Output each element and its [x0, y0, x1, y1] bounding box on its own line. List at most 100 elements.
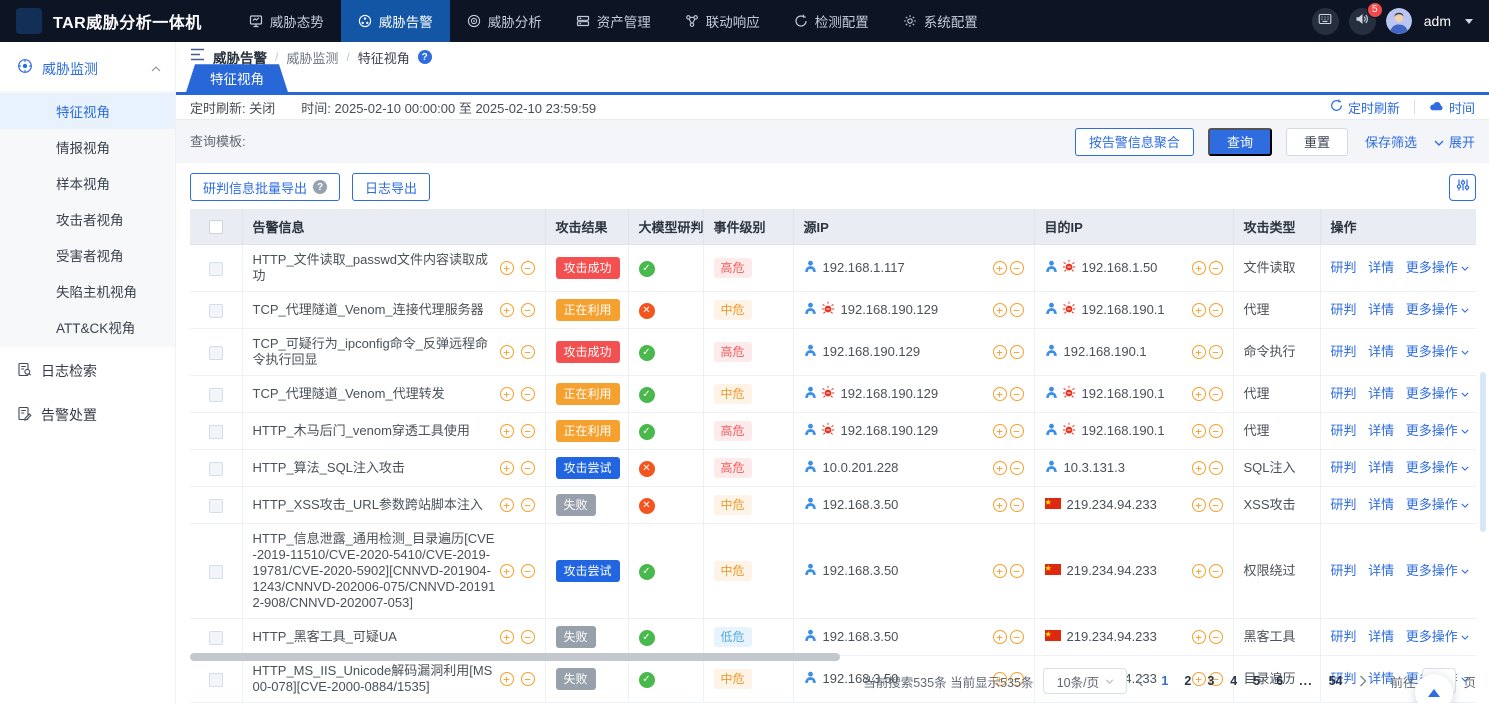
add-filter-icon[interactable]: +	[1192, 424, 1206, 438]
alert-title[interactable]: HTTP_MS_IIS_Unicode解码漏洞利用[MS00-078][CVE-…	[253, 663, 496, 695]
exclude-filter-icon[interactable]: −	[1010, 345, 1024, 359]
detail-action-link[interactable]: 详情	[1368, 423, 1394, 438]
exclude-filter-icon[interactable]: −	[1010, 424, 1024, 438]
exclude-filter-icon[interactable]: −	[1010, 498, 1024, 512]
add-filter-icon[interactable]: +	[500, 303, 514, 317]
time-filter-button[interactable]: 时间	[1429, 98, 1475, 117]
add-filter-icon[interactable]: +	[993, 564, 1007, 578]
timed-refresh-button[interactable]: 定时刷新	[1330, 98, 1400, 117]
alert-title[interactable]: TCP_可疑行为_ipconfig命令_反弹远程命令执行回显	[253, 336, 496, 368]
page-size-select[interactable]: 10条/页	[1043, 668, 1127, 694]
more-actions-link[interactable]: 更多操作	[1406, 260, 1469, 276]
sidebar-sub-item[interactable]: 失陷主机视角	[0, 273, 175, 309]
add-filter-icon[interactable]: +	[1192, 630, 1206, 644]
apps-grid-button[interactable]	[1312, 8, 1339, 35]
exclude-filter-icon[interactable]: −	[1209, 261, 1223, 275]
reset-button[interactable]: 重置	[1286, 128, 1348, 156]
page-number-4[interactable]: 4	[1230, 674, 1237, 688]
breadcrumb-root[interactable]: 威胁告警	[213, 47, 267, 67]
exclude-filter-icon[interactable]: −	[1209, 564, 1223, 578]
judge-action-link[interactable]: 研判	[1331, 563, 1357, 578]
add-filter-icon[interactable]: +	[500, 424, 514, 438]
prev-page-button[interactable]	[1136, 675, 1144, 687]
source-ip[interactable]: 192.168.3.50	[823, 629, 899, 645]
judge-action-link[interactable]: 研判	[1331, 302, 1357, 317]
add-filter-icon[interactable]: +	[500, 564, 514, 578]
dest-ip[interactable]: 219.234.94.233	[1067, 497, 1157, 513]
nav-item-situation[interactable]: 威胁态势	[232, 0, 341, 42]
exclude-filter-icon[interactable]: −	[1010, 630, 1024, 644]
tab-feature-view[interactable]: 特征视角	[186, 64, 288, 92]
avatar[interactable]	[1386, 8, 1412, 34]
more-actions-link[interactable]: 更多操作	[1406, 629, 1469, 645]
aggregate-by-alert-button[interactable]: 按告警信息聚合	[1075, 128, 1194, 156]
judge-action-link[interactable]: 研判	[1331, 344, 1357, 359]
more-actions-link[interactable]: 更多操作	[1406, 302, 1469, 318]
add-filter-icon[interactable]: +	[500, 498, 514, 512]
dest-ip[interactable]: 219.234.94.233	[1067, 563, 1157, 579]
exclude-filter-icon[interactable]: −	[521, 461, 535, 475]
source-ip[interactable]: 192.168.3.50	[823, 563, 899, 579]
batch-export-button[interactable]: 研判信息批量导出 ?	[190, 173, 340, 201]
dest-ip[interactable]: 192.168.190.1	[1082, 423, 1165, 439]
exclude-filter-icon[interactable]: −	[1209, 387, 1223, 401]
exclude-filter-icon[interactable]: −	[521, 630, 535, 644]
exclude-filter-icon[interactable]: −	[521, 303, 535, 317]
nav-item-alert[interactable]: 威胁告警	[341, 0, 450, 42]
alert-title[interactable]: HTTP_黑客工具_可疑UA	[253, 629, 496, 645]
page-number-3[interactable]: 3	[1207, 674, 1214, 688]
exclude-filter-icon[interactable]: −	[1010, 261, 1024, 275]
nav-item-system-config[interactable]: 系统配置	[886, 0, 995, 42]
dest-ip[interactable]: 192.168.190.1	[1082, 386, 1165, 402]
judge-action-link[interactable]: 研判	[1331, 386, 1357, 401]
save-filter-link[interactable]: 保存筛选	[1365, 132, 1417, 151]
nav-item-analysis[interactable]: 威胁分析	[450, 0, 559, 42]
more-actions-link[interactable]: 更多操作	[1406, 497, 1469, 513]
sidebar-sub-item[interactable]: 样本视角	[0, 165, 175, 201]
add-filter-icon[interactable]: +	[1192, 498, 1206, 512]
row-checkbox[interactable]	[209, 346, 223, 360]
alert-title[interactable]: HTTP_信息泄露_通用检测_目录遍历[CVE-2019-11510/CVE-2…	[253, 531, 496, 611]
exclude-filter-icon[interactable]: −	[521, 498, 535, 512]
judge-action-link[interactable]: 研判	[1331, 460, 1357, 475]
page-number-2[interactable]: 2	[1184, 674, 1191, 688]
add-filter-icon[interactable]: +	[500, 261, 514, 275]
column-settings-button[interactable]	[1449, 174, 1476, 201]
expand-link[interactable]: 展开	[1434, 132, 1475, 151]
add-filter-icon[interactable]: +	[1192, 461, 1206, 475]
detail-action-link[interactable]: 详情	[1368, 460, 1394, 475]
add-filter-icon[interactable]: +	[993, 498, 1007, 512]
exclude-filter-icon[interactable]: −	[1010, 303, 1024, 317]
more-actions-link[interactable]: 更多操作	[1406, 563, 1469, 579]
nav-item-asset-mgmt[interactable]: 资产管理	[559, 0, 668, 42]
source-ip[interactable]: 192.168.190.129	[841, 302, 939, 318]
horizontal-scrollbar[interactable]	[190, 653, 840, 661]
judge-action-link[interactable]: 研判	[1331, 423, 1357, 438]
add-filter-icon[interactable]: +	[993, 345, 1007, 359]
exclude-filter-icon[interactable]: −	[1010, 564, 1024, 578]
more-actions-link[interactable]: 更多操作	[1406, 344, 1469, 360]
add-filter-icon[interactable]: +	[993, 424, 1007, 438]
judge-action-link[interactable]: 研判	[1331, 497, 1357, 512]
page-number-6[interactable]: 6	[1276, 674, 1283, 688]
dest-ip[interactable]: 192.168.190.1	[1064, 344, 1147, 360]
collapse-menu-icon[interactable]	[190, 48, 205, 66]
row-checkbox[interactable]	[209, 631, 223, 645]
exclude-filter-icon[interactable]: −	[1209, 630, 1223, 644]
add-filter-icon[interactable]: +	[500, 461, 514, 475]
add-filter-icon[interactable]: +	[993, 261, 1007, 275]
detail-action-link[interactable]: 详情	[1368, 344, 1394, 359]
alert-title[interactable]: HTTP_XSS攻击_URL参数跨站脚本注入	[253, 497, 496, 513]
nav-item-response[interactable]: 联动响应	[668, 0, 777, 42]
select-all-checkbox[interactable]	[209, 220, 223, 234]
more-actions-link[interactable]: 更多操作	[1406, 460, 1469, 476]
exclude-filter-icon[interactable]: −	[521, 564, 535, 578]
detail-action-link[interactable]: 详情	[1368, 497, 1394, 512]
more-actions-link[interactable]: 更多操作	[1406, 386, 1469, 402]
alert-title[interactable]: HTTP_木马后门_venom穿透工具使用	[253, 423, 496, 439]
source-ip[interactable]: 192.168.190.129	[823, 344, 921, 360]
breadcrumb-section[interactable]: 威胁监测	[286, 48, 338, 67]
row-checkbox[interactable]	[209, 262, 223, 276]
row-checkbox[interactable]	[209, 673, 223, 687]
add-filter-icon[interactable]: +	[500, 345, 514, 359]
